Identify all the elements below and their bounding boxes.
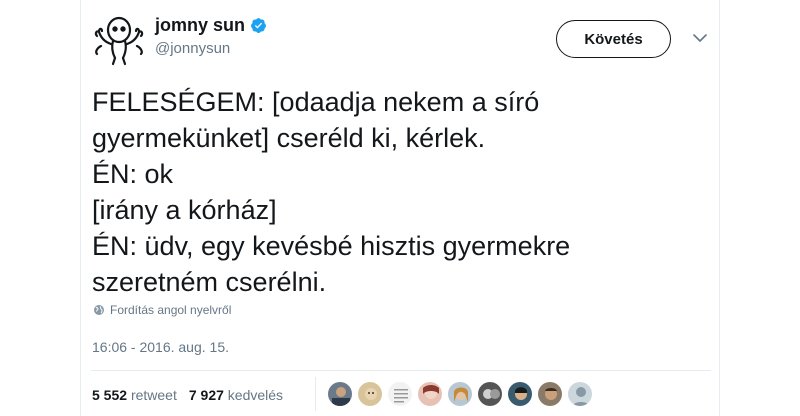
- tweet-timestamp[interactable]: 16:06 - 2016. aug. 15.: [92, 339, 229, 355]
- tweet-line: ÉN: üdv, egy kevésbé hisztis gyermekre: [92, 231, 571, 261]
- divider: [315, 377, 316, 411]
- retweet-count: 5 552: [92, 387, 128, 403]
- like-label: kedvelés: [227, 387, 284, 403]
- follow-button[interactable]: Követés: [556, 20, 671, 58]
- retweet-stat[interactable]: 5 552 retweet: [92, 387, 177, 403]
- liker-avatar[interactable]: [387, 381, 413, 407]
- liker-avatar[interactable]: [327, 381, 353, 407]
- liker-avatar[interactable]: [507, 381, 533, 407]
- liker-avatar[interactable]: [477, 381, 503, 407]
- liker-avatar[interactable]: [447, 381, 473, 407]
- cartoon-alien-avatar-icon: [94, 16, 144, 66]
- retweet-label: retweet: [130, 387, 177, 403]
- liker-avatar[interactable]: [567, 381, 593, 407]
- translate-label[interactable]: Fordítás angol nyelvről: [110, 303, 231, 317]
- like-stat[interactable]: 7 927 kedvelés: [189, 387, 283, 403]
- tweet-card: jomny sun @jonnysun Követés FELESÉGEM: […: [80, 0, 720, 416]
- tweet-line: [irány a kórház]: [92, 195, 277, 225]
- user-info[interactable]: jomny sun @jonnysun: [155, 15, 267, 57]
- like-count: 7 927: [188, 387, 224, 403]
- divider: [91, 370, 711, 371]
- tweet-line: ÉN: ok: [92, 159, 174, 189]
- translate-link[interactable]: Fordítás angol nyelvről: [93, 303, 231, 317]
- tweet-line: szeretném cserélni.: [92, 267, 327, 297]
- tweet-line: gyermekünket] cseréld ki, kérlek.: [92, 123, 486, 153]
- liker-avatar[interactable]: [417, 381, 443, 407]
- liker-avatar[interactable]: [357, 381, 383, 407]
- engagement-stats: 5 552 retweet 7 927 kedvelés: [92, 387, 283, 403]
- liker-avatars: [327, 381, 593, 407]
- tweet-line: FELESÉGEM: [odaadja nekem a síró: [92, 87, 540, 117]
- globe-icon: [94, 305, 104, 315]
- user-handle[interactable]: @jonnysun: [155, 40, 267, 57]
- tweet-text: FELESÉGEM: [odaadja nekem a síró gyermek…: [92, 84, 702, 300]
- avatar[interactable]: [91, 12, 147, 68]
- chevron-down-icon[interactable]: [691, 31, 709, 45]
- display-name[interactable]: jomny sun: [155, 15, 245, 36]
- verified-badge-icon: [251, 18, 266, 33]
- liker-avatar[interactable]: [537, 381, 563, 407]
